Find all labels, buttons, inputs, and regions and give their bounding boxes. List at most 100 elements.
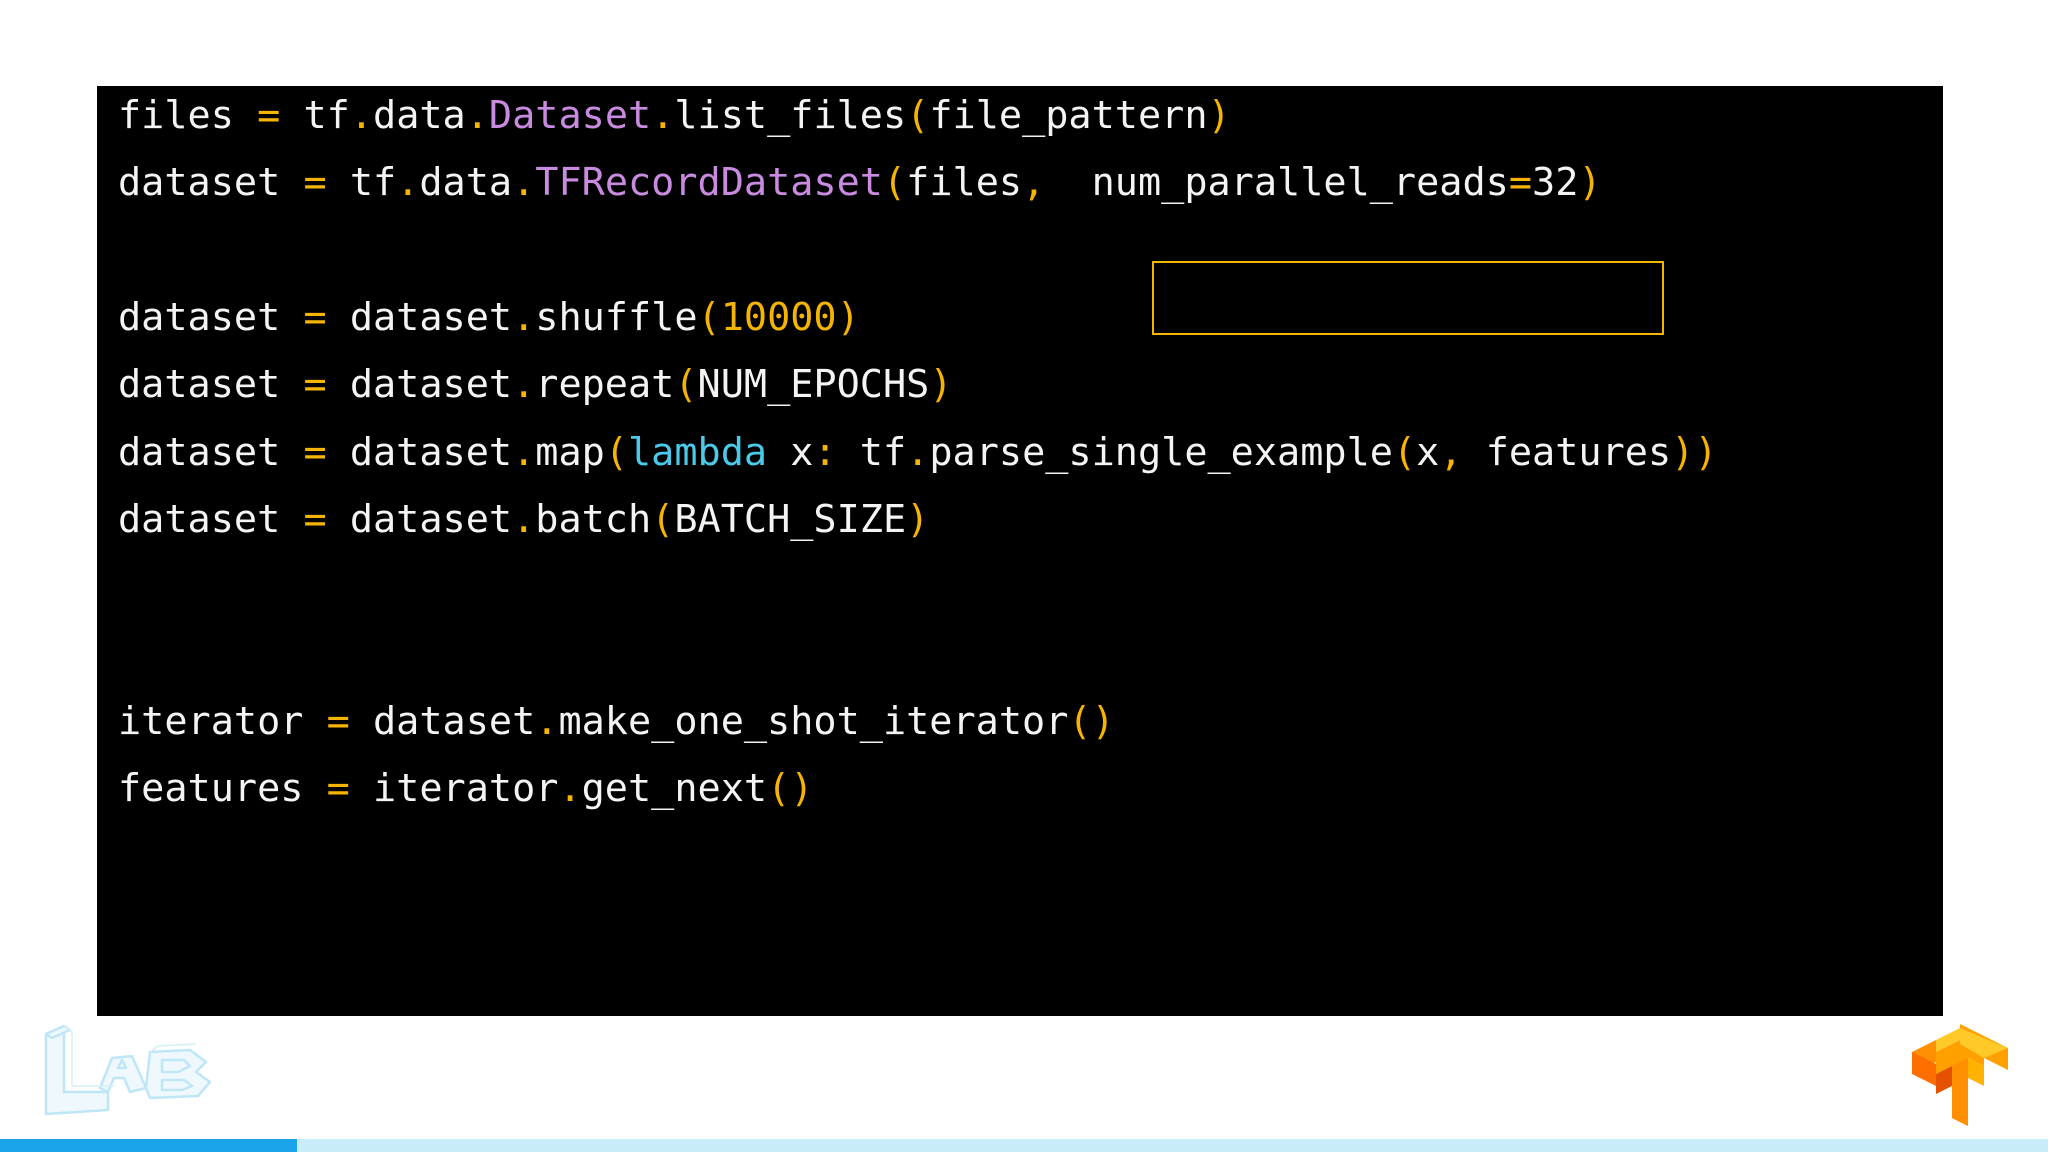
- highlight-box: [1152, 261, 1664, 335]
- code-token: files: [906, 160, 1023, 206]
- code-token: .: [512, 160, 536, 206]
- tensorflow-logo-icon: [1912, 1024, 2008, 1126]
- code-token: .: [512, 429, 536, 475]
- code-token: 10000: [720, 294, 837, 340]
- code-token: parse_single_example: [929, 429, 1393, 475]
- code-line: features = iterator.get_next(): [118, 762, 813, 816]
- code-token: dataset: [349, 698, 536, 744]
- code-token: dataset: [326, 294, 513, 340]
- code-token: (: [604, 429, 628, 475]
- code-token: =: [303, 362, 327, 408]
- code-token: make_one_shot_iterator: [558, 698, 1069, 744]
- code-token: features: [1462, 429, 1672, 475]
- code-token: .: [906, 429, 930, 475]
- code-token: dataset: [326, 429, 513, 475]
- code-token: .: [396, 160, 420, 206]
- lab-logo-icon: [44, 1024, 212, 1116]
- code-token: =: [303, 294, 327, 340]
- code-token: ,: [1022, 160, 1046, 206]
- code-line: files = tf.data.Dataset.list_files(file_…: [118, 89, 1231, 143]
- code-token: (: [651, 496, 675, 542]
- code-token: =: [303, 160, 327, 206]
- code-token: x: [767, 429, 814, 475]
- code-token: shuffle: [535, 294, 698, 340]
- code-token: repeat: [535, 362, 675, 408]
- code-token: .: [512, 496, 536, 542]
- code-token: lambda: [628, 429, 768, 475]
- code-token: ): [929, 362, 953, 408]
- code-token: get_next: [581, 766, 768, 811]
- slide-progress-bar: [0, 1139, 2048, 1152]
- code-token: ): [906, 496, 930, 542]
- code-token: )): [1671, 429, 1718, 475]
- code-token: batch: [535, 496, 652, 542]
- code-token: .: [512, 294, 536, 340]
- code-token: dataset: [118, 362, 281, 408]
- code-token: tf: [836, 429, 907, 475]
- code-token: (: [906, 93, 930, 138]
- code-token: (): [767, 766, 814, 811]
- slide: files = tf.data.Dataset.list_files(file_…: [0, 0, 2048, 1152]
- code-token: =: [257, 93, 281, 138]
- code-token: x: [1416, 429, 1440, 475]
- code-token: .: [558, 766, 582, 811]
- code-token: =: [326, 698, 350, 744]
- code-token: BATCH_SIZE: [674, 496, 907, 542]
- code-token: num_parallel_reads: [1045, 160, 1509, 206]
- code-token: dataset: [326, 362, 513, 408]
- code-token: =: [303, 496, 327, 542]
- code-token: iterator: [118, 698, 304, 744]
- code-token: .: [512, 362, 536, 408]
- code-token: dataset: [118, 160, 281, 206]
- code-token: =: [303, 429, 327, 475]
- code-token: NUM_EPOCHS: [697, 362, 930, 408]
- code-token: =: [1508, 160, 1533, 206]
- code-token: dataset: [118, 429, 281, 475]
- code-token: tf: [280, 93, 350, 138]
- code-token: map: [535, 429, 605, 475]
- code-token: file_pattern: [929, 93, 1208, 138]
- code-token: (: [1392, 429, 1417, 475]
- code-token: (: [674, 362, 698, 408]
- code-token: tf: [326, 160, 397, 206]
- code-line: dataset = dataset.batch(BATCH_SIZE): [118, 493, 929, 547]
- code-token: .: [465, 93, 489, 138]
- code-token: features: [118, 766, 304, 811]
- code-line: dataset = dataset.map(lambda x: tf.parse…: [118, 426, 1718, 480]
- code-token: data: [373, 93, 466, 138]
- code-line: dataset = tf.data.TFRecordDataset(files,…: [118, 156, 1602, 210]
- code-token: (: [697, 294, 721, 340]
- code-token: list_files: [674, 93, 907, 138]
- code-line: dataset = dataset.repeat(NUM_EPOCHS): [118, 358, 953, 412]
- code-token: .: [651, 93, 675, 138]
- slide-progress-fill: [0, 1139, 297, 1152]
- code-token: dataset: [118, 294, 281, 340]
- code-token: iterator: [349, 766, 559, 811]
- code-token: ,: [1439, 429, 1463, 475]
- code-token: dataset: [118, 496, 281, 542]
- code-token: .: [349, 93, 374, 138]
- code-token: ): [1207, 93, 1231, 138]
- code-line: dataset = dataset.shuffle(10000): [118, 291, 860, 345]
- code-token: (): [1068, 698, 1115, 744]
- code-token: (: [882, 160, 907, 206]
- code-token: ): [836, 294, 860, 340]
- code-token: =: [326, 766, 350, 811]
- code-token: ): [1578, 160, 1602, 206]
- code-token: 32: [1532, 160, 1579, 206]
- code-token: dataset: [326, 496, 513, 542]
- code-token: .: [535, 698, 559, 744]
- code-line: iterator = dataset.make_one_shot_iterato…: [118, 695, 1115, 749]
- code-token: files: [118, 93, 234, 138]
- code-token: data: [419, 160, 513, 206]
- code-panel: files = tf.data.Dataset.list_files(file_…: [97, 86, 1943, 1016]
- code-token: :: [813, 429, 837, 475]
